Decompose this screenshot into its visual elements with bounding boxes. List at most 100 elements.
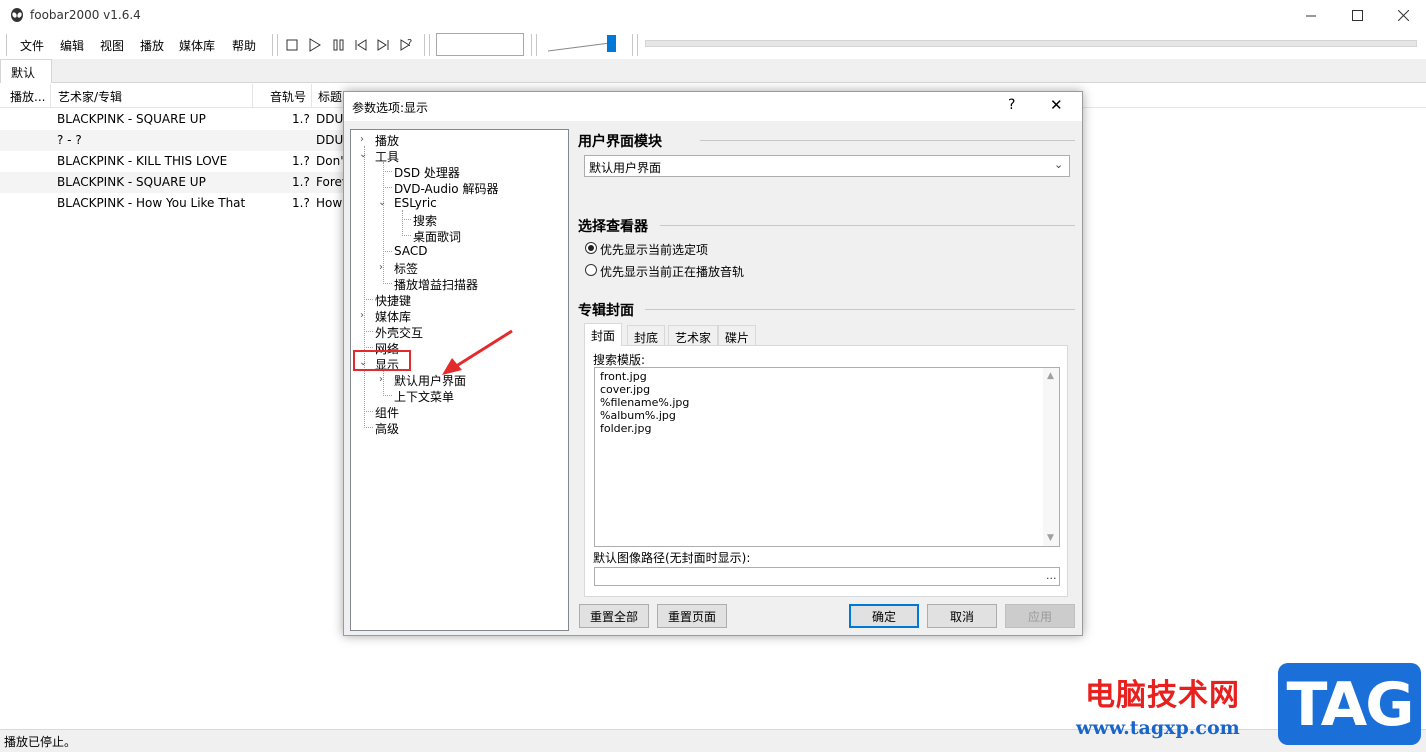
- seek-bar[interactable]: [645, 40, 1417, 47]
- tree-item-context-menu[interactable]: 上下文菜单: [394, 388, 454, 405]
- playlist-tab-strip: [0, 59, 1426, 83]
- tree-item-replaygain[interactable]: 播放增益扫描器: [394, 276, 478, 293]
- maximize-icon: [1351, 10, 1363, 21]
- toolbar-separator: [277, 34, 278, 56]
- close-window-button[interactable]: [1380, 0, 1426, 31]
- browse-button[interactable]: ...: [1046, 569, 1057, 582]
- menu-view[interactable]: 视图: [100, 37, 124, 54]
- close-icon: [1397, 10, 1409, 21]
- annotation-arrow-icon: [442, 329, 513, 375]
- toolbar-grip: [6, 34, 7, 56]
- section-divider: [660, 225, 1075, 226]
- radio-selected-dot: [588, 245, 594, 251]
- toolbar-separator: [637, 34, 638, 56]
- menu-help[interactable]: 帮助: [232, 37, 256, 54]
- column-divider[interactable]: [311, 84, 312, 108]
- play-icon[interactable]: [306, 36, 324, 54]
- scroll-down-icon[interactable]: ▼: [1047, 533, 1054, 543]
- column-header-track-number[interactable]: 音轨号: [270, 88, 306, 105]
- textarea-scrollbar[interactable]: [1043, 368, 1059, 546]
- apply-button[interactable]: 应用: [1005, 604, 1075, 628]
- search-pattern-line: cover.jpg: [600, 383, 651, 396]
- main-titlebar: [0, 0, 1426, 31]
- playlist-row-artist: BLACKPINK - How You Like That: [57, 196, 246, 210]
- tree-item-dvd-audio[interactable]: DVD-Audio 解码器: [394, 180, 498, 197]
- search-pattern-label: 搜索模版:: [593, 353, 646, 367]
- tab-back-cover[interactable]: 封底: [627, 325, 666, 345]
- tree-item-shell[interactable]: 外壳交互: [375, 324, 423, 341]
- tree-line: [364, 299, 373, 300]
- tab-front-cover[interactable]: 封面: [584, 323, 623, 346]
- tab-artist[interactable]: 艺术家: [668, 325, 719, 345]
- column-header-artist-album[interactable]: 艺术家/专辑: [58, 88, 122, 105]
- tree-item-sacd[interactable]: SACD: [394, 244, 427, 258]
- tree-line: [364, 427, 373, 428]
- tree-item-shortcuts[interactable]: 快捷键: [375, 292, 411, 309]
- next-icon[interactable]: [375, 36, 393, 54]
- column-header-title[interactable]: 标题: [318, 88, 342, 105]
- menu-library[interactable]: 媒体库: [179, 37, 215, 54]
- tree-item-dsd[interactable]: DSD 处理器: [394, 164, 460, 181]
- search-pattern-line: folder.jpg: [600, 422, 652, 435]
- reset-page-button[interactable]: 重置页面: [657, 604, 727, 628]
- cancel-button[interactable]: 取消: [927, 604, 997, 628]
- tree-item-tools[interactable]: 工具: [375, 148, 399, 165]
- tree-item-eslyric[interactable]: ESLyric: [394, 196, 437, 210]
- chevron-down-icon[interactable]: ⌄: [359, 149, 367, 160]
- column-divider[interactable]: [252, 84, 253, 108]
- ui-module-dropdown[interactable]: 默认用户界面: [584, 155, 1070, 177]
- radio-prefer-playing[interactable]: [585, 264, 597, 276]
- watermark-url: www.tagxp.com: [1076, 717, 1240, 739]
- dialog-close-button[interactable]: ✕: [1050, 96, 1063, 114]
- chevron-right-icon[interactable]: ›: [360, 310, 364, 321]
- chevron-down-icon[interactable]: ⌄: [378, 197, 386, 208]
- viewer-heading: 选择查看器: [578, 219, 648, 235]
- dialog-help-button[interactable]: ?: [1008, 97, 1015, 113]
- menu-file[interactable]: 文件: [20, 37, 44, 54]
- pause-icon[interactable]: [330, 36, 348, 54]
- previous-icon[interactable]: [352, 36, 370, 54]
- tree-item-search[interactable]: 搜索: [413, 212, 437, 229]
- reset-all-button[interactable]: 重置全部: [579, 604, 649, 628]
- column-divider[interactable]: [50, 84, 51, 108]
- minimize-button[interactable]: [1288, 0, 1334, 31]
- tree-item-playback[interactable]: 播放: [375, 132, 399, 149]
- section-divider: [700, 140, 1075, 141]
- search-pattern-textarea[interactable]: [594, 367, 1060, 547]
- watermark-badge-text: TAG: [1286, 670, 1415, 740]
- chevron-right-icon[interactable]: ›: [379, 262, 383, 273]
- tree-line: [364, 411, 373, 412]
- dialog-titlebar: [344, 92, 1082, 121]
- default-image-path-input[interactable]: [594, 567, 1060, 586]
- radio-prefer-selected-label[interactable]: 优先显示当前选定项: [600, 241, 708, 258]
- playlist-row-title: DDU: [316, 112, 343, 126]
- playback-order-box[interactable]: [436, 33, 524, 56]
- search-pattern-line: %album%.jpg: [600, 409, 676, 422]
- status-text: 播放已停止。: [4, 735, 77, 749]
- tree-line: [383, 187, 392, 188]
- maximize-button[interactable]: [1334, 0, 1380, 31]
- chevron-right-icon[interactable]: ›: [360, 134, 364, 145]
- album-art-heading: 专辑封面: [578, 303, 634, 319]
- playlist-row-title: How: [316, 196, 343, 210]
- tree-item-desktop-lyrics[interactable]: 桌面歌词: [413, 228, 461, 245]
- tree-item-components[interactable]: 组件: [375, 404, 399, 421]
- column-header-playing[interactable]: 播放...: [10, 88, 45, 105]
- chevron-right-icon[interactable]: ›: [379, 374, 383, 385]
- tree-item-tags[interactable]: 标签: [394, 260, 418, 277]
- volume-slider[interactable]: [546, 34, 622, 54]
- tree-item-advanced[interactable]: 高级: [375, 420, 399, 437]
- scroll-up-icon[interactable]: ▲: [1047, 371, 1054, 381]
- playlist-tab-default[interactable]: 默认: [0, 59, 52, 83]
- ok-button[interactable]: 确定: [849, 604, 919, 628]
- chevron-down-icon[interactable]: ⌄: [1054, 158, 1063, 171]
- menu-playback[interactable]: 播放: [140, 37, 164, 54]
- tree-item-media-library[interactable]: 媒体库: [375, 308, 411, 325]
- menu-edit[interactable]: 编辑: [60, 37, 84, 54]
- playlist-row[interactable]: [0, 130, 343, 151]
- random-icon[interactable]: ?: [398, 36, 416, 54]
- tree-line: [383, 251, 392, 252]
- tab-disc[interactable]: 碟片: [718, 325, 757, 345]
- radio-prefer-playing-label[interactable]: 优先显示当前正在播放音轨: [600, 263, 744, 280]
- stop-icon[interactable]: [284, 36, 302, 54]
